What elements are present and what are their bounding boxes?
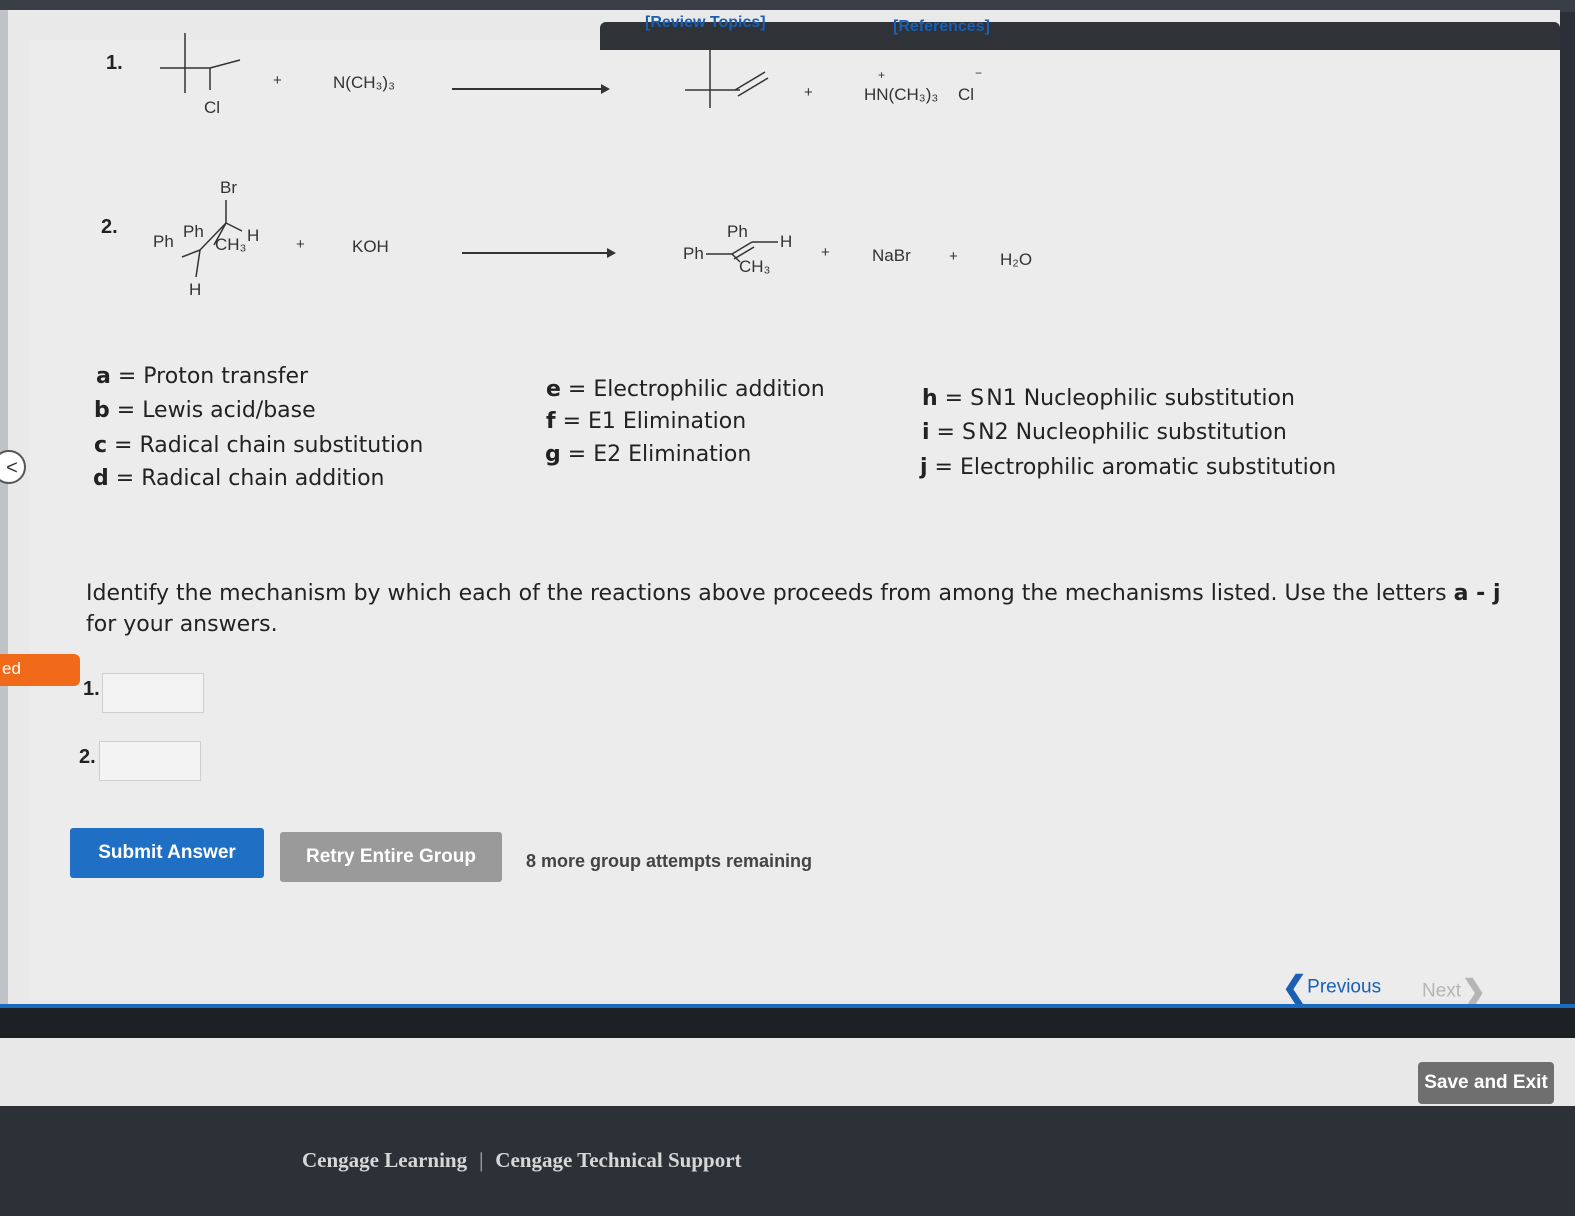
mechanism-a: a = Proton transfer xyxy=(96,364,309,389)
reaction-2-number: 2. xyxy=(101,216,118,238)
plus-sign: + xyxy=(821,244,830,261)
mechanism-j: j = Electrophilic aromatic substitution xyxy=(920,455,1337,480)
koh-label: KOH xyxy=(352,237,389,256)
cengage-learning-link[interactable]: Cengage Learning xyxy=(302,1148,467,1172)
trimethylammonium-label: HN(CH₃)₃ xyxy=(864,85,939,104)
lower-panel xyxy=(0,1038,1575,1106)
reaction-1-number: 1. xyxy=(106,52,123,74)
plus-sign: + xyxy=(296,236,305,253)
attempts-remaining-text: 8 more group attempts remaining xyxy=(526,851,813,871)
dark-band xyxy=(0,1008,1575,1038)
retry-entire-group-button[interactable]: Retry Entire Group xyxy=(280,832,502,882)
hydrogen-right-label: H xyxy=(247,226,260,245)
mechanism-i: i = S N2 Nucleophilic substitution xyxy=(922,420,1287,445)
question-prompt: Identify the mechanism by which each of … xyxy=(86,581,1501,637)
alkene-product-structure xyxy=(685,48,769,108)
reactant-cl-label: Cl xyxy=(204,98,221,117)
product-methyl-label: CH₃ xyxy=(739,257,771,276)
mechanism-h: h = S N1 Nucleophilic substitution xyxy=(922,386,1295,411)
previous-label: Previous xyxy=(1307,976,1382,998)
tert-butyl-chloride-structure xyxy=(160,33,241,93)
plus-sign: + xyxy=(804,84,813,101)
mechanism-g: g = E2 Elimination xyxy=(545,442,752,467)
reaction-arrow xyxy=(452,84,610,94)
chloride-charge: − xyxy=(975,66,983,80)
previous-button[interactable]: ❮Previous xyxy=(1282,970,1381,1005)
footer-links: Cengage Learning | Cengage Technical Suppo… xyxy=(302,1148,742,1173)
answer-2-input[interactable] xyxy=(99,741,201,781)
trimethylamine-label: N(CH₃)₃ xyxy=(333,73,395,92)
bromine-label: Br xyxy=(220,178,237,197)
methyl-label: CH₃ xyxy=(215,235,247,254)
product-phenyl-left-label: Ph xyxy=(683,244,704,263)
phenyl-top-label: Ph xyxy=(183,222,204,241)
mechanism-b: b = Lewis acid/base xyxy=(94,398,316,423)
next-label: Next xyxy=(1422,980,1462,1002)
hydrogen-bottom-label: H xyxy=(189,280,202,299)
submit-answer-button[interactable]: Submit Answer xyxy=(70,828,264,878)
answer-1-label: 1. xyxy=(83,678,100,700)
answer-1-input[interactable] xyxy=(102,673,204,713)
status-tab[interactable]: ed xyxy=(0,654,80,686)
references-link[interactable]: [References] xyxy=(893,18,990,36)
answer-2-label: 2. xyxy=(79,746,96,768)
mechanism-c: c = Radical chain substitution xyxy=(94,433,424,458)
mechanism-d: d = Radical chain addition xyxy=(93,466,385,491)
technical-support-link[interactable]: Cengage Technical Support xyxy=(495,1148,741,1172)
chevron-left-icon: ❮ xyxy=(1282,971,1308,1004)
phenyl-left-label: Ph xyxy=(153,232,174,251)
nabr-label: NaBr xyxy=(872,246,911,265)
plus-sign: + xyxy=(949,248,958,265)
mechanism-e: e = Electrophilic addition xyxy=(546,377,825,402)
footer-separator: | xyxy=(479,1148,484,1172)
left-edge xyxy=(0,10,8,1010)
chloride-label: Cl xyxy=(958,85,975,104)
mechanism-f: f = E1 Elimination xyxy=(546,409,747,434)
review-topics-link[interactable]: [Review Topics] xyxy=(645,14,766,32)
product-phenyl-top-label: Ph xyxy=(727,222,748,241)
product-hydrogen-label: H xyxy=(780,232,793,251)
footer xyxy=(0,1106,1575,1216)
ammonium-charge: + xyxy=(878,68,886,82)
water-label: H₂O xyxy=(1000,250,1033,269)
reaction-arrow xyxy=(462,248,616,258)
save-and-exit-button[interactable]: Save and Exit xyxy=(1418,1062,1554,1104)
plus-sign: + xyxy=(273,72,282,89)
